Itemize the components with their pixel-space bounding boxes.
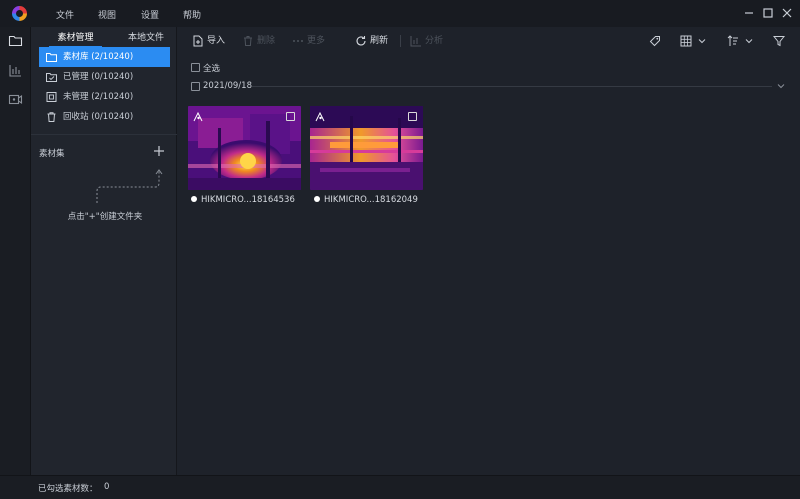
- create-folder-hint: 点击"+"创建文件夹: [67, 212, 143, 222]
- maximize-icon[interactable]: [761, 6, 775, 20]
- toolbar-divider: [400, 35, 401, 47]
- thumbnail-checkbox[interactable]: [286, 112, 295, 121]
- title-bar: 文件 视图 设置 帮助: [0, 0, 800, 27]
- video-icon[interactable]: [8, 92, 23, 107]
- activity-bar: [0, 27, 31, 475]
- thumbnail-checkbox[interactable]: [408, 112, 417, 121]
- library-item-trash[interactable]: 回收站 (0/10240): [39, 107, 170, 127]
- refresh-icon: [356, 36, 366, 46]
- thermal-badge-icon: [315, 111, 325, 122]
- folder-icon[interactable]: [8, 33, 23, 48]
- select-all-checkbox[interactable]: [191, 63, 200, 72]
- side-panel: 素材管理 本地文件 素材库 (2/10240) 已管理 (0/10240) 未管…: [31, 27, 177, 475]
- date-group-label: 2021/09/18: [203, 81, 252, 91]
- main-content: 导入 删除 更多 刷新 分析 全选 2021/09/18 HIKMICRO...…: [178, 27, 800, 475]
- status-bar: 已勾选素材数： 0: [0, 475, 800, 499]
- library-item-managed[interactable]: 已管理 (0/10240): [39, 67, 170, 87]
- minimize-icon[interactable]: [742, 6, 756, 20]
- delete-button[interactable]: 删除: [242, 33, 275, 49]
- collapse-chevron-icon[interactable]: [777, 82, 785, 90]
- app-logo-icon: [12, 6, 27, 21]
- thermal-badge-icon: [193, 111, 203, 122]
- divider: [31, 134, 177, 135]
- library-item-label: 未管理 (2/10240): [63, 92, 134, 102]
- add-set-icon[interactable]: [152, 144, 166, 158]
- chevron-down-icon[interactable]: [745, 37, 753, 45]
- menu-help[interactable]: 帮助: [183, 8, 201, 21]
- library-item-label: 已管理 (0/10240): [63, 72, 134, 82]
- tag-icon[interactable]: [649, 35, 661, 47]
- date-group-divider: [252, 86, 772, 87]
- thermal-thumbnail[interactable]: [188, 106, 301, 190]
- chevron-down-icon[interactable]: [698, 37, 706, 45]
- trash-icon: [47, 112, 56, 122]
- trash-icon: [244, 36, 252, 46]
- library-item-all[interactable]: 素材库 (2/10240): [39, 47, 170, 67]
- analyze-icon: [410, 36, 421, 47]
- library-item-label: 回收站 (0/10240): [63, 112, 134, 122]
- menu-view[interactable]: 视图: [98, 8, 116, 21]
- thumbnail-caption: HIKMICRO...18164536: [191, 195, 295, 205]
- thumbnail-name: HIKMICRO...18162049: [324, 195, 418, 205]
- refresh-button[interactable]: 刷新: [355, 33, 388, 49]
- thermal-image: [310, 106, 423, 190]
- selected-count-value: 0: [104, 482, 110, 492]
- more-icon: [293, 40, 303, 42]
- filter-icon[interactable]: [773, 35, 785, 47]
- menu-settings[interactable]: 设置: [141, 8, 159, 21]
- selected-count-label: 已勾选素材数：: [38, 484, 98, 494]
- select-all-label: 全选: [203, 64, 221, 74]
- import-icon: [193, 35, 203, 47]
- close-icon[interactable]: [780, 6, 794, 20]
- more-button[interactable]: 更多: [292, 33, 325, 49]
- tab-local-files[interactable]: 本地文件: [112, 30, 180, 48]
- chart-icon[interactable]: [8, 63, 23, 78]
- date-group-checkbox[interactable]: [191, 82, 200, 91]
- tab-material-management[interactable]: 素材管理: [39, 30, 112, 48]
- menu-file[interactable]: 文件: [56, 8, 74, 21]
- grid-view-icon[interactable]: [680, 35, 692, 47]
- thermal-thumbnail[interactable]: [310, 106, 423, 190]
- library-item-label: 素材库 (2/10240): [63, 52, 134, 62]
- thumbnail-name: HIKMICRO...18164536: [201, 195, 295, 205]
- folder-icon: [46, 53, 57, 62]
- material-sets-title: 素材集: [39, 149, 65, 159]
- status-dot: [314, 196, 320, 202]
- library-item-unmanaged[interactable]: 未管理 (2/10240): [39, 87, 170, 107]
- unmanaged-icon: [46, 92, 57, 102]
- hint-arrow-icon: [96, 169, 163, 203]
- analyze-button[interactable]: 分析: [410, 33, 443, 49]
- status-dot: [191, 196, 197, 202]
- managed-folder-icon: [46, 73, 57, 82]
- thumbnail-caption: HIKMICRO...18162049: [314, 195, 418, 205]
- import-button[interactable]: 导入: [192, 33, 225, 49]
- sort-icon[interactable]: [727, 35, 739, 47]
- thermal-image: [188, 106, 301, 190]
